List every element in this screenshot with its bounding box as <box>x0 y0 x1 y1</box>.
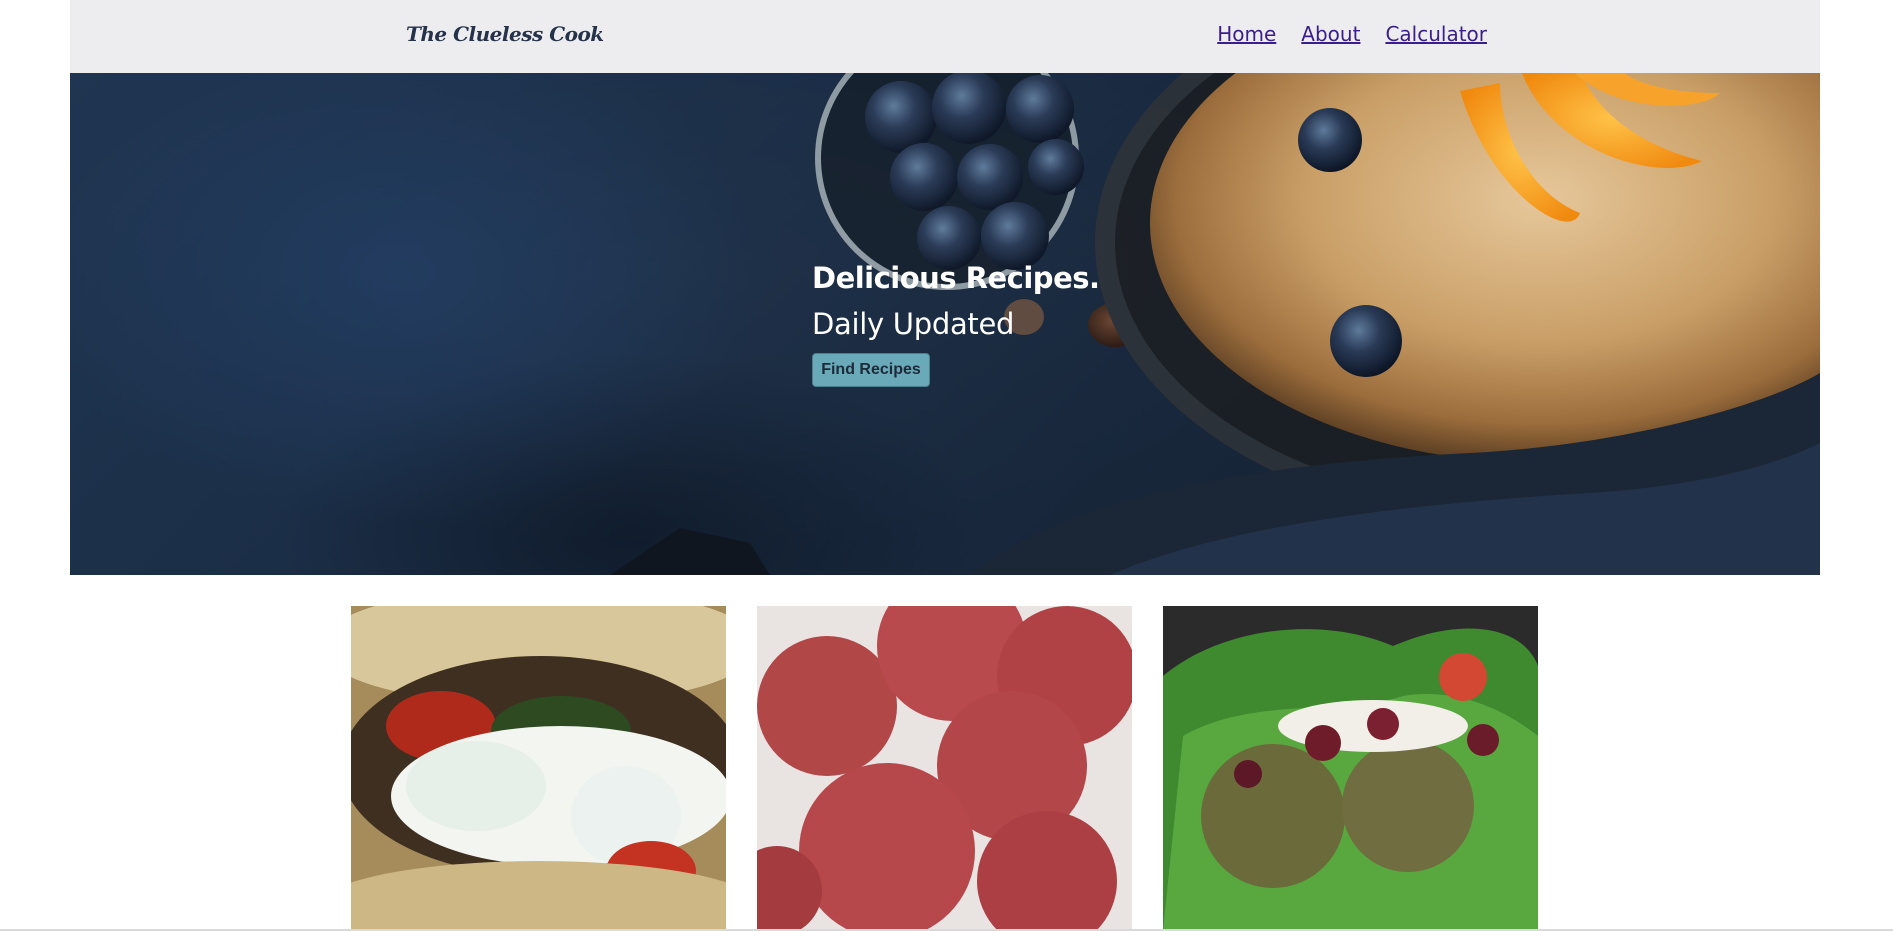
recipe-card-falafel-lettuce[interactable] <box>1163 606 1538 931</box>
recipe-card-beet-falafel[interactable] <box>757 606 1132 931</box>
hero-subtitle: Daily Updated <box>812 307 1015 341</box>
beet-falafel-image <box>757 606 1132 931</box>
falafel-lettuce-image <box>1163 606 1538 931</box>
site-brand[interactable]: The Clueless Cook <box>406 22 604 46</box>
recipe-cards <box>351 606 1539 931</box>
nav-link-home[interactable]: Home <box>1217 22 1276 46</box>
page: The Clueless Cook Home About Calculator <box>0 0 1893 931</box>
recipe-card-gyro[interactable] <box>351 606 726 931</box>
find-recipes-button[interactable]: Find Recipes <box>812 353 930 387</box>
nav-link-calculator[interactable]: Calculator <box>1385 22 1487 46</box>
navbar: The Clueless Cook Home About Calculator <box>70 0 1820 73</box>
hero-title: Delicious Recipes. <box>812 261 1100 295</box>
gyro-wrap-image <box>351 606 726 931</box>
nav-link-about[interactable]: About <box>1301 22 1360 46</box>
hero-banner: Delicious Recipes. Daily Updated Find Re… <box>70 73 1820 575</box>
nav-links: Home About Calculator <box>1217 22 1487 46</box>
